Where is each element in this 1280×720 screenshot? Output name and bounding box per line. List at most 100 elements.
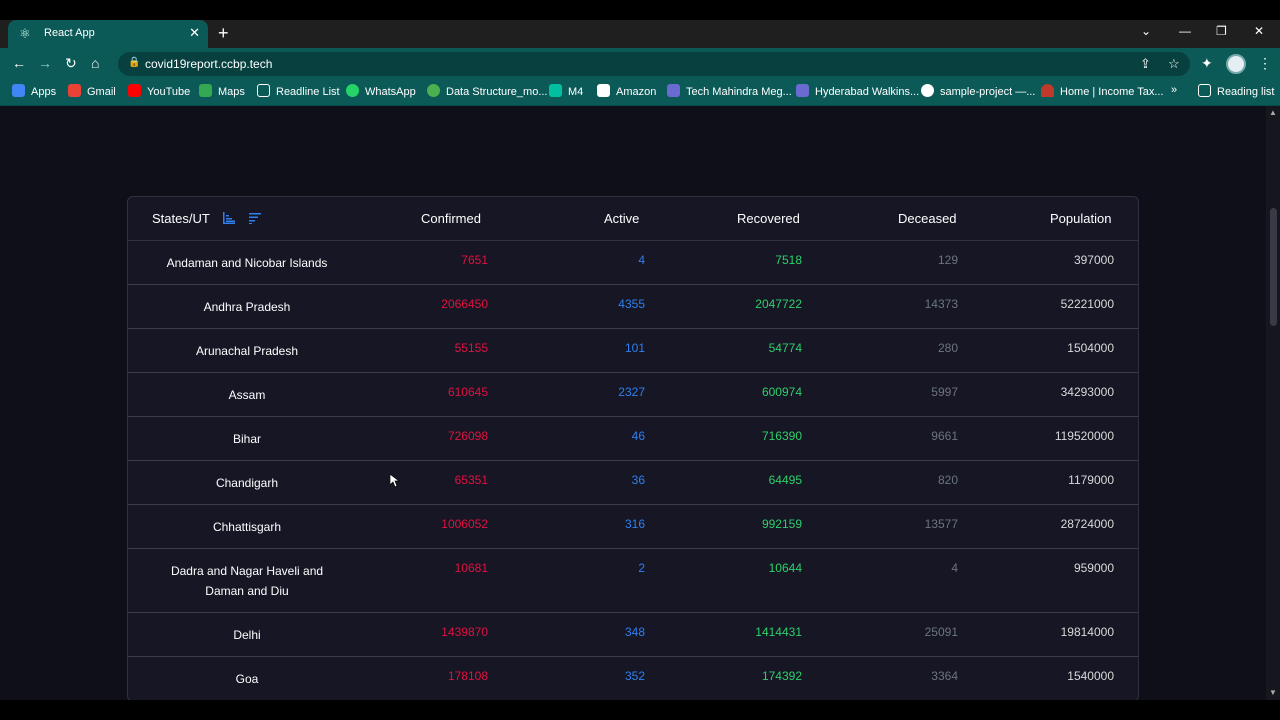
active-value: 348 (624, 625, 645, 639)
active-value: 4 (638, 253, 645, 267)
youtube-icon (128, 84, 141, 97)
active-value: 2327 (618, 385, 645, 399)
data-structure-icon (427, 84, 440, 97)
deceased-value: 14373 (924, 297, 958, 311)
bookmark-whatsapp[interactable]: WhatsApp (346, 84, 416, 98)
bookmark-income-tax[interactable]: Home | Income Tax... (1041, 84, 1164, 98)
vertical-scrollbar[interactable]: ▲ ▼ (1266, 106, 1280, 700)
scroll-thumb[interactable] (1270, 208, 1277, 326)
header-active: Active (604, 211, 640, 226)
deceased-value: 129 (937, 253, 958, 267)
population-value: 1504000 (1067, 341, 1114, 355)
bookmarks-overflow-icon[interactable]: » (1171, 84, 1177, 96)
active-value: 101 (624, 341, 645, 355)
recovered-value: 716390 (761, 429, 802, 443)
profile-avatar[interactable] (1226, 54, 1246, 74)
confirmed-value: 1006052 (441, 517, 488, 531)
bookmark-gmail[interactable]: Gmail (68, 84, 116, 98)
restore-icon[interactable]: ❐ (1216, 24, 1227, 38)
confirmed-value: 178108 (447, 669, 488, 683)
table-row: Chhattisgarh 1006052 316 992159 13577 28… (128, 505, 1138, 549)
confirmed-value: 610645 (447, 385, 488, 399)
window-close-icon[interactable]: ✕ (1254, 24, 1264, 38)
tab-strip: ⚛ React App ✕ + ⌄ — ❐ ✕ (0, 20, 1280, 48)
tab-search-icon[interactable]: ⌄ (1141, 24, 1151, 38)
population-value: 397000 (1073, 253, 1114, 267)
state-name: Andaman and Nicobar Islands (166, 256, 328, 270)
recovered-value: 1414431 (755, 625, 802, 639)
confirmed-value: 7651 (461, 253, 488, 267)
confirmed-value: 55155 (454, 341, 488, 355)
extensions-icon[interactable]: ✦ (1201, 55, 1213, 72)
amazon-icon (597, 84, 610, 97)
reload-icon[interactable]: ↻ (65, 55, 77, 72)
state-name: Andhra Pradesh (203, 300, 291, 314)
confirmed-value: 10681 (454, 561, 488, 575)
population-value: 959000 (1073, 561, 1114, 575)
maps-icon (199, 84, 212, 97)
home-icon[interactable]: ⌂ (91, 55, 99, 71)
state-name: Assam (228, 388, 266, 402)
sort-ascending-icon[interactable] (222, 212, 236, 224)
recovered-value: 10644 (768, 561, 802, 575)
recovered-value: 2047722 (755, 297, 802, 311)
bookmark-youtube[interactable]: YouTube (128, 84, 190, 98)
bookmark-hyderabad[interactable]: Hyderabad Walkins... (796, 84, 919, 98)
table-row: Arunachal Pradesh 55155 101 54774 280 15… (128, 329, 1138, 373)
bottom-letterbox (0, 700, 1280, 720)
back-icon[interactable]: ← (12, 55, 26, 71)
bookmark-m4[interactable]: M4 (549, 84, 583, 98)
table-row: Goa 178108 352 174392 3364 1540000 (128, 657, 1138, 700)
table-row: Dadra and Nagar Haveli and Daman and Diu… (128, 549, 1138, 613)
state-name: Chhattisgarh (212, 520, 282, 534)
menu-icon[interactable]: ⋮ (1258, 55, 1272, 72)
recovered-value: 54774 (768, 341, 802, 355)
table-row: Bihar 726098 46 716390 9661 119520000 (128, 417, 1138, 461)
deceased-value: 25091 (924, 625, 958, 639)
bookmark-apps[interactable]: Apps (12, 84, 56, 98)
scroll-up-icon[interactable]: ▲ (1269, 108, 1277, 117)
deceased-value: 3364 (931, 669, 958, 683)
reading-list-button[interactable]: Reading list (1198, 84, 1274, 98)
page-viewport: States/UT Confirmed Active Recovered Dec… (0, 106, 1280, 700)
address-bar[interactable]: 🔒 covid19report.ccbp.tech ⇪ ☆ (118, 52, 1190, 76)
tab-react-app[interactable]: ⚛ React App ✕ (8, 20, 208, 48)
header-deceased: Deceased (898, 211, 957, 226)
deceased-value: 280 (937, 341, 958, 355)
bookmarks-bar: Apps Gmail YouTube Maps Readline List Wh… (0, 80, 1280, 106)
scroll-down-icon[interactable]: ▼ (1269, 688, 1277, 697)
tech-mahindra-icon (667, 84, 680, 97)
tab-title: React App (44, 27, 95, 39)
table-row: Assam 610645 2327 600974 5997 34293000 (128, 373, 1138, 417)
bookmark-readline[interactable]: Readline List (257, 84, 340, 98)
sort-descending-icon[interactable] (248, 212, 262, 224)
active-value: 2 (638, 561, 645, 575)
gmail-icon (68, 84, 81, 97)
state-name: Dadra and Nagar Haveli and Daman and Diu (170, 564, 324, 598)
active-value: 46 (631, 429, 645, 443)
reading-list-icon (1198, 84, 1211, 97)
star-icon[interactable]: ☆ (1168, 56, 1180, 72)
bookmark-amazon[interactable]: Amazon (597, 84, 656, 98)
share-icon[interactable]: ⇪ (1140, 56, 1151, 72)
url-text: covid19report.ccbp.tech (145, 57, 273, 71)
bookmark-maps[interactable]: Maps (199, 84, 245, 98)
deceased-value: 4 (951, 561, 958, 575)
close-icon[interactable]: ✕ (189, 25, 200, 41)
table-row: Delhi 1439870 348 1414431 25091 19814000 (128, 613, 1138, 657)
globe-icon (921, 84, 934, 97)
recovered-value: 600974 (761, 385, 802, 399)
header-population: Population (1050, 211, 1112, 226)
table-row: Andhra Pradesh 2066450 4355 2047722 1437… (128, 285, 1138, 329)
active-value: 352 (624, 669, 645, 683)
forward-icon[interactable]: → (38, 55, 52, 71)
minimize-icon[interactable]: — (1179, 24, 1191, 38)
new-tab-icon[interactable]: + (218, 23, 229, 44)
recovered-value: 174392 (761, 669, 802, 683)
top-letterbox (0, 0, 1280, 20)
deceased-value: 13577 (924, 517, 958, 531)
whatsapp-icon (346, 84, 359, 97)
bookmark-sample-project[interactable]: sample-project —... (921, 84, 1035, 98)
bookmark-data-structure[interactable]: Data Structure_mo... (427, 84, 548, 98)
bookmark-tech-mahindra[interactable]: Tech Mahindra Meg... (667, 84, 792, 98)
